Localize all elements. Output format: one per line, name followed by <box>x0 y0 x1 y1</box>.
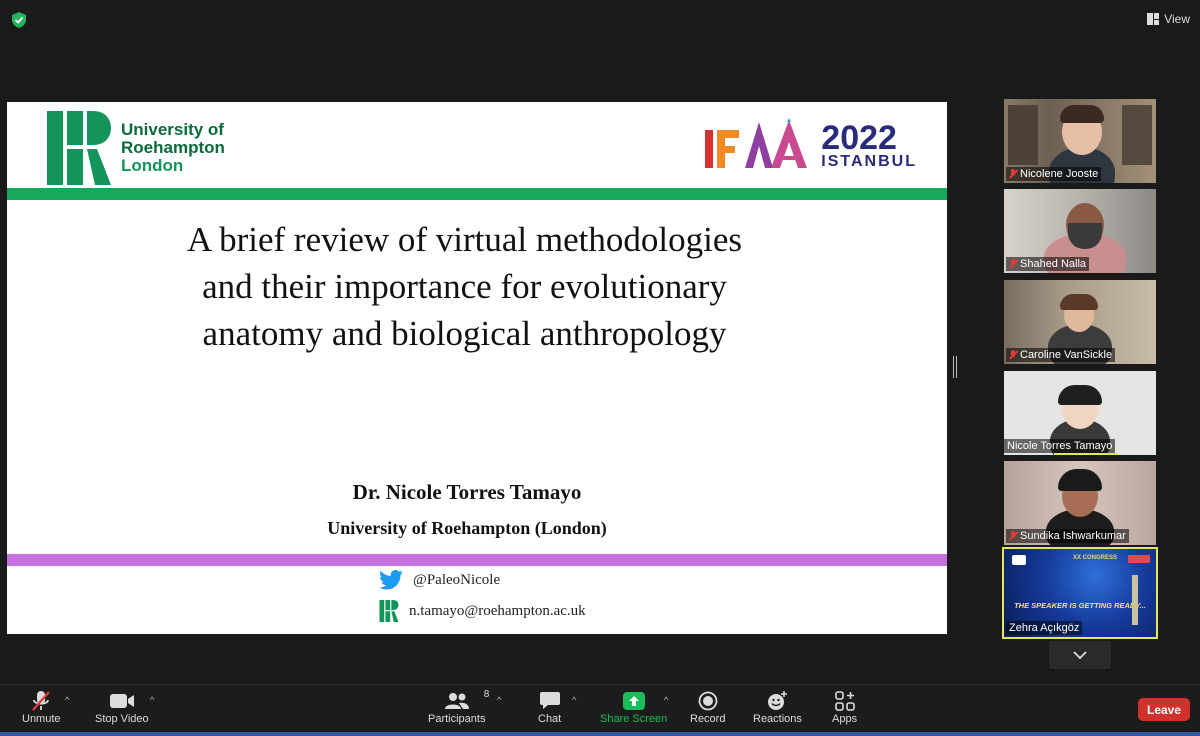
participant-name-tag: Nicolene Jooste <box>1006 167 1102 181</box>
participants-button[interactable]: 8 Participants <box>428 689 489 725</box>
gallery-scroll-down-button[interactable] <box>1049 641 1111 669</box>
email-contact: n.tamayo@roehampton.ac.uk <box>379 600 586 622</box>
record-label: Record <box>690 713 726 725</box>
participant-tile[interactable]: Caroline VanSickle <box>1004 280 1156 364</box>
chevron-down-icon <box>1073 651 1087 659</box>
stop-video-button[interactable]: Stop Video <box>95 689 149 725</box>
participant-name-tag: Shahed Nalla <box>1006 257 1090 271</box>
view-label: View <box>1164 12 1190 26</box>
roehampton-r-logo-icon <box>47 111 111 185</box>
share-screen-button[interactable]: Share Screen <box>600 689 667 725</box>
muted-mic-icon <box>1009 169 1017 179</box>
participant-name: Nicolene Jooste <box>1020 168 1099 180</box>
roehampton-small-logo-icon <box>379 600 399 622</box>
participant-name: Zehra Açıkgöz <box>1009 622 1080 634</box>
video-camera-icon <box>109 694 134 708</box>
university-line-1: University of <box>121 120 224 139</box>
record-button[interactable]: Record <box>690 689 725 725</box>
chat-label: Chat <box>538 713 562 725</box>
participant-name: Sundika Ishwarkumar <box>1020 530 1126 542</box>
shield-check-icon[interactable] <box>12 12 26 28</box>
panel-resize-handle[interactable] <box>953 356 957 378</box>
share-screen-label: Share Screen <box>600 713 668 725</box>
university-logo: University of Roehampton London <box>47 111 225 185</box>
reactions-smiley-icon <box>768 691 788 710</box>
small-flag-icon <box>1012 555 1026 565</box>
meeting-toolbar: Unmute ^ Stop Video ^ 8 Participants ^ C… <box>0 684 1200 736</box>
reactions-button[interactable]: Reactions <box>753 689 802 725</box>
leave-button[interactable]: Leave <box>1138 698 1190 721</box>
participant-tile-spotlight[interactable]: XX CONGRESS THE SPEAKER IS GETTING READY… <box>1002 547 1158 639</box>
share-options-caret[interactable]: ^ <box>664 695 668 705</box>
muted-mic-icon <box>1009 259 1017 269</box>
participants-options-caret[interactable]: ^ <box>497 695 501 705</box>
participant-tile[interactable]: Sundika Ishwarkumar <box>1004 461 1156 545</box>
taskbar-strip <box>0 732 1200 736</box>
chat-options-caret[interactable]: ^ <box>572 695 576 705</box>
slide-title: A brief review of virtual methodologies … <box>187 220 742 353</box>
ifaa-logo: 2022 ISTANBUL <box>705 116 917 170</box>
participant-tile[interactable]: Shahed Nalla <box>1004 189 1156 273</box>
participant-name-tag: Zehra Açıkgöz <box>1006 621 1083 635</box>
speaker-ready-banner: THE SPEAKER IS GETTING READY... <box>1014 601 1146 610</box>
twitter-bird-icon <box>379 570 403 590</box>
slide-purple-divider <box>7 554 947 566</box>
ifaa-city: ISTANBUL <box>821 153 917 170</box>
ifaa-letters-logo <box>705 118 808 168</box>
ifaa-year-city: 2022 ISTANBUL <box>821 119 917 170</box>
participant-name-tag: Nicole Torres Tamayo <box>1004 439 1116 453</box>
apps-label: Apps <box>832 713 858 725</box>
apps-grid-icon <box>834 691 855 711</box>
video-options-caret[interactable]: ^ <box>150 695 154 705</box>
tower-icon <box>1132 575 1138 625</box>
reactions-label: Reactions <box>753 713 802 725</box>
top-bar: View <box>0 0 1200 38</box>
muted-mic-icon <box>1009 531 1017 541</box>
speaking-indicator <box>1054 453 1118 455</box>
unmute-label: Unmute <box>22 713 61 725</box>
unmute-button[interactable]: Unmute <box>22 689 61 725</box>
university-name: University of Roehampton London <box>121 121 225 175</box>
participant-name: Shahed Nalla <box>1020 258 1087 270</box>
muted-mic-icon <box>1009 350 1017 360</box>
participant-name: Nicole Torres Tamayo <box>1007 440 1113 452</box>
participant-tile[interactable]: Nicolene Jooste <box>1004 99 1156 183</box>
participants-icon <box>444 693 469 709</box>
shared-slide: University of Roehampton London 2022 IST… <box>7 102 947 634</box>
participant-name-tag: Caroline VanSickle <box>1006 348 1116 362</box>
chat-button[interactable]: Chat <box>538 689 561 725</box>
view-grid-icon <box>1147 13 1160 25</box>
university-line-3: London <box>121 156 184 175</box>
email-address: n.tamayo@roehampton.ac.uk <box>409 602 586 619</box>
participants-label: Participants <box>428 713 486 725</box>
participant-name: Caroline VanSickle <box>1020 349 1113 361</box>
record-icon <box>698 691 718 711</box>
muted-microphone-icon <box>32 691 51 711</box>
chat-bubble-icon <box>539 692 560 709</box>
small-logo-icon <box>1128 555 1150 563</box>
apps-button[interactable]: Apps <box>832 689 857 725</box>
twitter-handle: @PaleoNicole <box>413 571 501 588</box>
zoom-meeting-window: View University of Roehampton London 202… <box>0 0 1200 736</box>
share-screen-arrow-icon <box>622 692 645 710</box>
audio-options-caret[interactable]: ^ <box>65 695 69 705</box>
slide-author: Dr. Nicole Torres Tamayo <box>352 480 582 504</box>
view-button[interactable]: View <box>1147 12 1190 26</box>
slide-affiliation: University of Roehampton (London) <box>327 518 607 538</box>
participant-name-tag: Sundika Ishwarkumar <box>1006 529 1129 543</box>
congress-banner: XX CONGRESS <box>1072 555 1117 561</box>
twitter-contact: @PaleoNicole <box>379 570 500 590</box>
slide-green-divider <box>7 188 947 200</box>
university-line-2: Roehampton <box>121 138 225 157</box>
stop-video-label: Stop Video <box>95 713 149 725</box>
participant-tile-active-speaker[interactable]: Nicole Torres Tamayo <box>1004 371 1156 455</box>
participants-count-badge: 8 <box>483 689 490 700</box>
ifaa-year: 2022 <box>821 119 897 157</box>
